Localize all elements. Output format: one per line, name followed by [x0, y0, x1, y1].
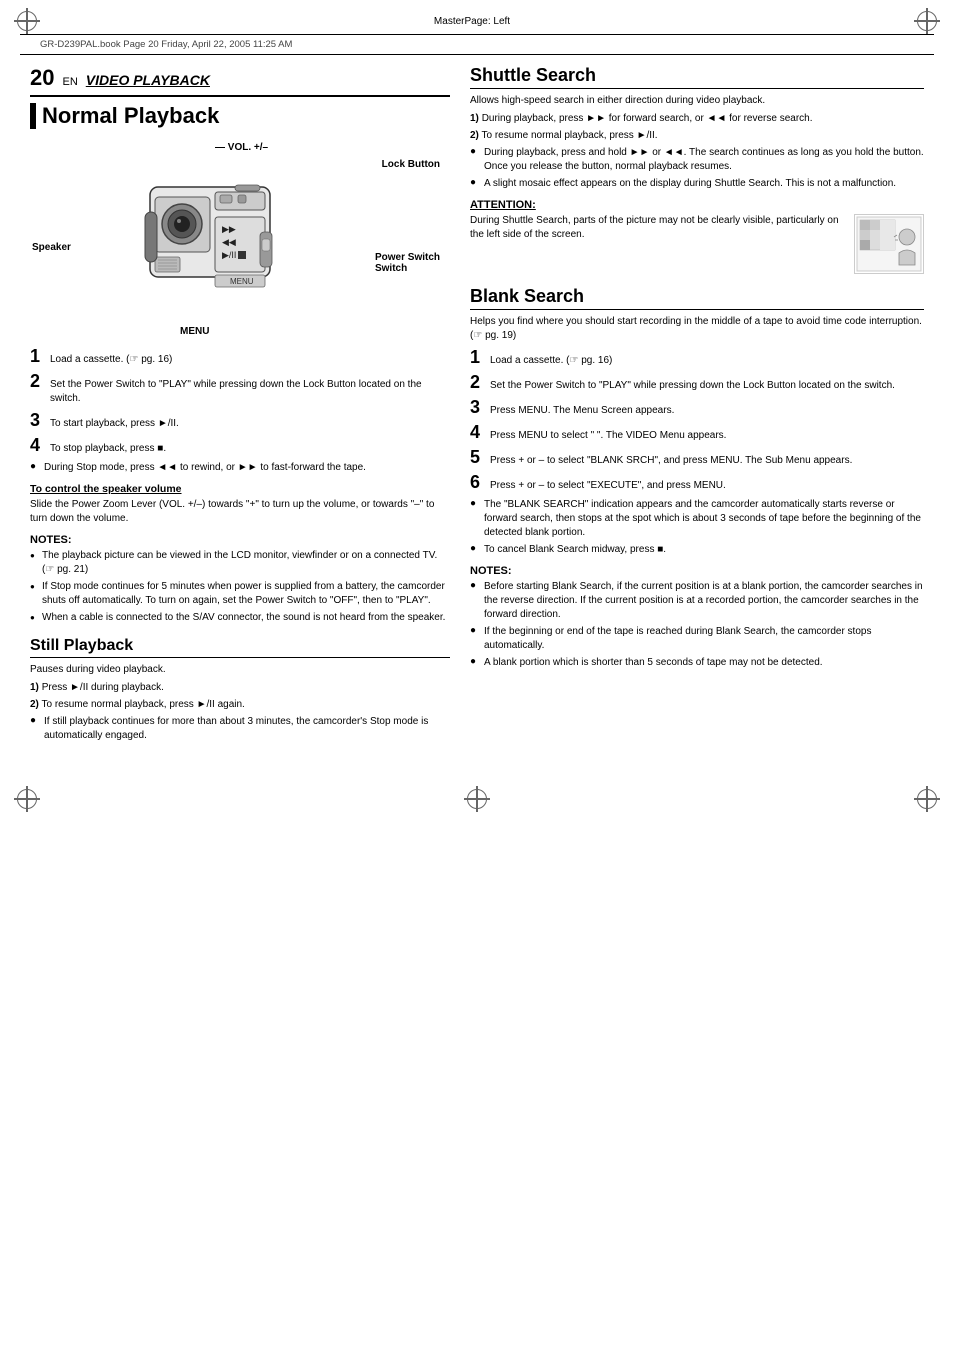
shuttle-step-2: 2) To resume normal playback, press ►/II…	[470, 129, 924, 143]
shuttle-step-1: 1) During playback, press ►► for forward…	[470, 112, 924, 126]
svg-text:◀◀: ◀◀	[222, 237, 236, 247]
attention-heading: ATTENTION:	[470, 199, 924, 211]
blank-step-6: 6 Press + or – to select "EXECUTE", and …	[470, 473, 924, 493]
blank-note-1: ● The "BLANK SEARCH" indication appears …	[470, 498, 924, 540]
step-3-text: To start playback, press ►/II.	[50, 417, 179, 431]
reg-mark-bottom-right	[914, 786, 940, 812]
speaker-volume-heading: To control the speaker volume	[30, 483, 450, 495]
reg-mark-top-right	[914, 8, 940, 34]
reg-mark-bottom-left	[14, 786, 40, 812]
lock-button-label: Lock Button	[382, 159, 440, 170]
note-1: The playback picture can be viewed in th…	[30, 549, 450, 577]
blank-search-intro: Helps you find where you should start re…	[470, 315, 924, 343]
step-2-text: Set the Power Switch to "PLAY" while pre…	[50, 378, 450, 406]
step-4: 4 To stop playback, press ■.	[30, 436, 450, 456]
reg-mark-top-left	[14, 8, 40, 34]
still-step-2: 2) To resume normal playback, press ►/II…	[30, 698, 450, 712]
attention-image	[854, 214, 924, 274]
note-2: If Stop mode continues for 5 minutes whe…	[30, 580, 450, 608]
notes-heading: NOTES:	[30, 534, 450, 546]
blank-note-2: ● To cancel Blank Search midway, press ■…	[470, 543, 924, 557]
still-playback-intro: Pauses during video playback.	[30, 663, 450, 677]
step-2: 2 Set the Power Switch to "PLAY" while p…	[30, 372, 450, 406]
stop-mode-note: ● During Stop mode, press ◄◄ to rewind, …	[30, 461, 450, 475]
left-column: 20 EN VIDEO PLAYBACK Normal Playback	[30, 65, 450, 746]
shuttle-note-1: ● During playback, press and hold ►► or …	[470, 146, 924, 174]
note-3: When a cable is connected to the S/AV co…	[30, 611, 450, 625]
blank-step-3: 3 Press MENU. The Menu Screen appears.	[470, 398, 924, 418]
blank-step-2: 2 Set the Power Switch to "PLAY" while p…	[470, 373, 924, 393]
page-number: 20	[30, 65, 54, 91]
blank-notes2-2: ● If the beginning or end of the tape is…	[470, 625, 924, 653]
power-switch-label: Power SwitchSwitch	[375, 252, 440, 274]
attention-text: During Shuttle Search, parts of the pict…	[470, 214, 846, 242]
normal-playback-notes: The playback picture can be viewed in th…	[30, 549, 450, 625]
section-header: 20 EN VIDEO PLAYBACK	[30, 65, 450, 97]
right-column: Shuttle Search Allows high-speed search …	[470, 65, 924, 746]
blank-search-heading: Blank Search	[470, 286, 924, 310]
svg-text:▶/II: ▶/II	[222, 250, 236, 260]
speaker-volume-text: Slide the Power Zoom Lever (VOL. +/–) to…	[30, 498, 450, 526]
vol-label: — VOL. +/–	[215, 142, 268, 153]
step-4-text: To stop playback, press ■.	[50, 442, 166, 456]
blank-notes2-heading: NOTES:	[470, 565, 924, 577]
top-corners: MasterPage: Left	[0, 0, 954, 34]
still-note-1: ● If still playback continues for more t…	[30, 715, 450, 743]
step-1: 1 Load a cassette. (☞ pg. 16)	[30, 347, 450, 367]
blank-step-5: 5 Press + or – to select "BLANK SRCH", a…	[470, 448, 924, 468]
page-wrapper: MasterPage: Left GR-D239PAL.book Page 20…	[0, 0, 954, 1351]
still-step-1: 1) Press ►/II during playback.	[30, 681, 450, 695]
section-title: VIDEO PLAYBACK	[86, 72, 210, 88]
shuttle-note-2: ● A slight mosaic effect appears on the …	[470, 177, 924, 191]
diagram-area: ▶▶ ◀◀ ▶/II MENU	[30, 137, 450, 337]
bottom-corners	[0, 786, 954, 820]
reg-mark-bottom-center	[464, 786, 490, 812]
file-info: GR-D239PAL.book Page 20 Friday, April 22…	[20, 34, 934, 55]
menu-label: MENU	[180, 326, 209, 337]
camera-illustration: ▶▶ ◀◀ ▶/II MENU	[90, 157, 290, 327]
page-number-sub: EN	[62, 76, 77, 88]
attention-block: During Shuttle Search, parts of the pict…	[470, 214, 924, 274]
blank-notes2-1: ● Before starting Blank Search, if the c…	[470, 580, 924, 622]
blank-step-4: 4 Press MENU to select " ". The VIDEO Me…	[470, 423, 924, 443]
masterpage-label: MasterPage: Left	[434, 16, 520, 27]
step-1-text: Load a cassette. (☞ pg. 16)	[50, 353, 172, 367]
svg-text:▶▶: ▶▶	[222, 224, 236, 234]
svg-text:MENU: MENU	[230, 277, 254, 286]
main-content: 20 EN VIDEO PLAYBACK Normal Playback	[0, 55, 954, 766]
main-heading: Normal Playback	[30, 103, 450, 129]
still-playback-heading: Still Playback	[30, 637, 450, 658]
blank-step-1: 1 Load a cassette. (☞ pg. 16)	[470, 348, 924, 368]
shuttle-search-intro: Allows high-speed search in either direc…	[470, 94, 924, 108]
step-3: 3 To start playback, press ►/II.	[30, 411, 450, 431]
blank-notes2-3: ● A blank portion which is shorter than …	[470, 656, 924, 670]
speaker-label: Speaker	[32, 242, 71, 253]
shuttle-search-heading: Shuttle Search	[470, 65, 924, 89]
attention-svg	[855, 215, 923, 273]
